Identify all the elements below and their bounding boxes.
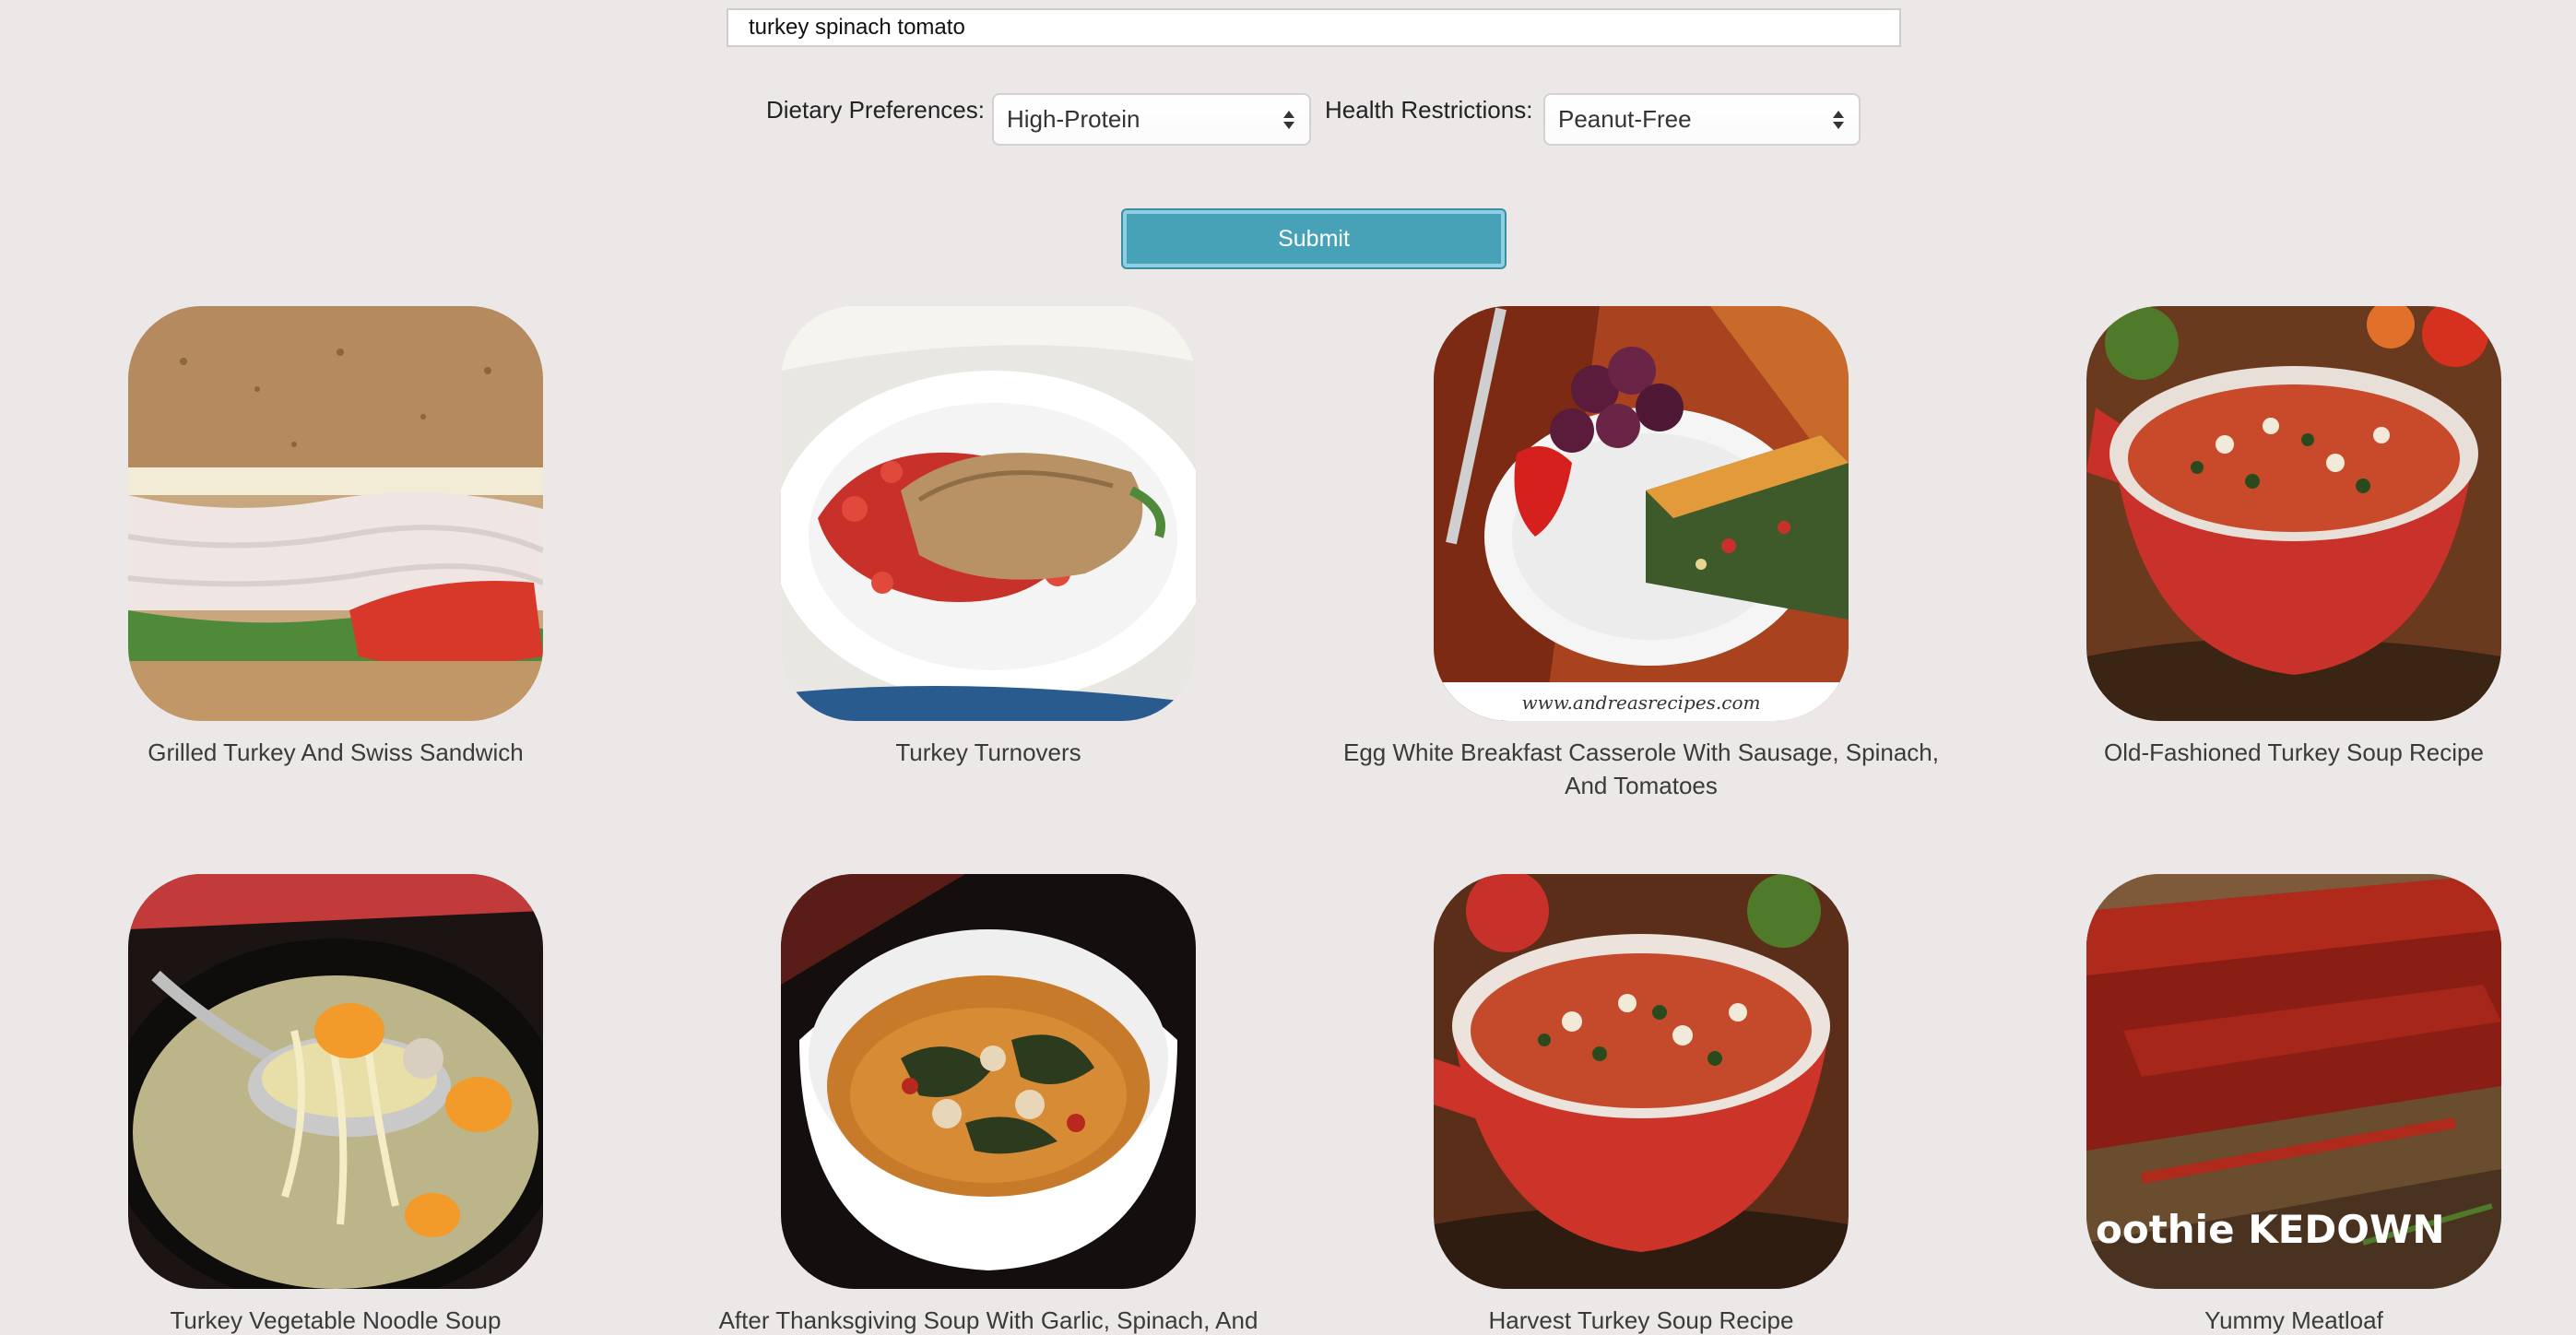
dietary-preferences-label: Dietary Preferences: <box>766 96 985 124</box>
recipe-title[interactable]: Harvest Turkey Soup Recipe <box>1315 1304 1967 1335</box>
recipe-title[interactable]: Turkey Vegetable Noodle Soup <box>9 1304 662 1335</box>
recipe-image-noodle-soup[interactable] <box>128 874 543 1289</box>
recipe-image-turkey-soup[interactable] <box>2086 306 2501 721</box>
submit-button[interactable]: Submit <box>1123 210 1505 267</box>
recipe-title[interactable]: Old-Fashioned Turkey Soup Recipe <box>1967 736 2576 769</box>
recipe-title[interactable]: After Thanksgiving Soup With Garlic, Spi… <box>662 1304 1315 1335</box>
recipe-card[interactable]: Old-Fashioned Turkey Soup Recipe <box>1967 306 2576 769</box>
recipe-card[interactable]: Harvest Turkey Soup Recipe <box>1315 874 1967 1335</box>
dietary-preferences-value: High-Protein <box>1007 105 1140 133</box>
recipe-image-casserole[interactable]: www.andreasrecipes.com <box>1434 306 1849 721</box>
recipe-card[interactable]: www.andreasrecipes.com Egg White Breakfa… <box>1315 306 1967 802</box>
recipe-title[interactable]: Egg White Breakfast Casserole With Sausa… <box>1315 736 1967 802</box>
recipe-card[interactable]: After Thanksgiving Soup With Garlic, Spi… <box>662 874 1315 1335</box>
search-input[interactable] <box>727 8 1901 47</box>
recipe-image-harvest-soup[interactable] <box>1434 874 1849 1289</box>
recipe-card[interactable]: oothie KEDOWN Yummy Meatloaf <box>1967 874 2576 1335</box>
recipe-image-sandwich[interactable] <box>128 306 543 721</box>
recipe-title[interactable]: Yummy Meatloaf <box>1967 1304 2576 1335</box>
recipe-title[interactable]: Grilled Turkey And Swiss Sandwich <box>9 736 662 769</box>
health-restrictions-label: Health Restrictions: <box>1325 96 1533 124</box>
recipe-card[interactable]: Turkey Vegetable Noodle Soup <box>9 874 662 1335</box>
select-arrows-icon <box>1831 110 1846 129</box>
recipe-image-turnovers[interactable] <box>781 306 1196 721</box>
health-restrictions-value: Peanut-Free <box>1558 105 1692 133</box>
image-watermark-text: www.andreasrecipes.com <box>1522 691 1761 714</box>
recipe-card[interactable]: Turkey Turnovers <box>662 306 1315 769</box>
recipe-image-meatloaf[interactable]: oothie KEDOWN <box>2086 874 2501 1289</box>
health-restrictions-select[interactable]: Peanut-Free <box>1543 93 1861 146</box>
recipe-card[interactable]: Grilled Turkey And Swiss Sandwich <box>9 306 662 769</box>
recipe-image-thanksgiving-soup[interactable] <box>781 874 1196 1289</box>
select-arrows-icon <box>1282 110 1296 129</box>
recipe-search-page: Dietary Preferences: High-Protein Health… <box>0 0 2576 1335</box>
dietary-preferences-select[interactable]: High-Protein <box>992 93 1311 146</box>
recipe-title[interactable]: Turkey Turnovers <box>662 736 1315 769</box>
image-watermark-text: oothie KEDOWN <box>2096 1207 2444 1252</box>
